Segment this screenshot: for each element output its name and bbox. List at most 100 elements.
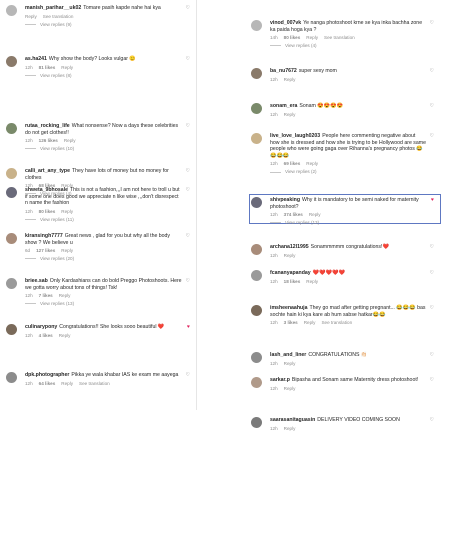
comment-username[interactable]: dpk.photographer xyxy=(25,372,69,378)
comment-likes[interactable]: 18 likes xyxy=(284,279,301,284)
comment-username[interactable]: as.ha241 xyxy=(25,56,47,62)
comment-reply-link[interactable]: Reply xyxy=(61,248,73,253)
avatar[interactable] xyxy=(251,244,262,255)
avatar[interactable] xyxy=(6,168,17,179)
comment-reply-link[interactable]: Reply xyxy=(284,386,296,391)
heart-icon[interactable]: ♡ xyxy=(430,21,434,26)
comment-reply-link[interactable]: Reply xyxy=(284,112,296,117)
view-replies-link[interactable]: View replies (13) xyxy=(25,301,182,306)
comment-reply-link[interactable]: Reply xyxy=(64,138,76,143)
heart-icon[interactable]: ♡ xyxy=(186,57,190,62)
comment-username[interactable]: sarkar.p xyxy=(270,377,290,383)
heart-icon[interactable]: ♡ xyxy=(186,6,190,11)
comment-reply-link[interactable]: Reply xyxy=(306,35,318,40)
comment-username[interactable]: culinarypony xyxy=(25,324,57,330)
heart-icon[interactable]: ♡ xyxy=(430,378,434,383)
comment-likes[interactable]: 64 likes xyxy=(39,381,56,386)
heart-icon[interactable]: ♡ xyxy=(186,234,190,239)
comment-username[interactable]: rutaa_rocking_life xyxy=(25,123,70,129)
heart-icon[interactable]: ♡ xyxy=(186,373,190,378)
comment-likes[interactable]: 7 likes xyxy=(39,293,53,298)
comment-username[interactable]: vinod_007vk xyxy=(270,20,301,26)
comment-username[interactable]: ba_nu7672 xyxy=(270,68,297,74)
avatar[interactable] xyxy=(6,233,17,244)
comment-likes[interactable]: 126 likes xyxy=(39,138,58,143)
comment-likes[interactable]: 69 likes xyxy=(284,161,301,166)
view-replies-link[interactable]: View replies (11) xyxy=(25,217,182,222)
comment-reply-link[interactable]: Reply xyxy=(59,293,71,298)
comment-reply-link[interactable]: Reply xyxy=(61,209,73,214)
heart-icon[interactable]: ♡ xyxy=(186,124,190,129)
avatar[interactable] xyxy=(251,103,262,114)
comment-username[interactable]: imsheenaahuja xyxy=(270,305,307,311)
comment-likes[interactable]: 127 likes xyxy=(36,248,55,253)
heart-icon[interactable]: ♡ xyxy=(430,306,434,311)
comment-username[interactable]: briee.sab xyxy=(25,278,48,284)
heart-icon[interactable]: ♥ xyxy=(187,325,190,330)
comment-reply-link[interactable]: Reply xyxy=(25,14,37,19)
avatar[interactable] xyxy=(6,187,17,198)
comment-reply-link[interactable]: Reply xyxy=(59,333,71,338)
comment-username[interactable]: saarasanitaguasin xyxy=(270,417,315,423)
avatar[interactable] xyxy=(251,417,262,428)
view-replies-link[interactable]: View replies (9) xyxy=(25,22,182,27)
avatar[interactable] xyxy=(251,352,262,363)
view-replies-link[interactable]: View replies (20) xyxy=(25,256,182,261)
avatar[interactable] xyxy=(6,278,17,289)
comment-username[interactable]: calli_art_any_type xyxy=(25,168,70,174)
comment-reply-link[interactable]: Reply xyxy=(61,65,73,70)
avatar[interactable] xyxy=(251,20,262,31)
avatar[interactable] xyxy=(6,5,17,16)
see-translation-link[interactable]: See translation xyxy=(324,35,355,40)
heart-icon[interactable]: ♡ xyxy=(430,353,434,358)
comment-username[interactable]: shweta_9bhosale xyxy=(25,187,68,193)
comment-reply-link[interactable]: Reply xyxy=(284,361,296,366)
see-translation-link[interactable]: See translation xyxy=(79,381,110,386)
heart-icon[interactable]: ♡ xyxy=(186,279,190,284)
comment-reply-link[interactable]: Reply xyxy=(306,161,318,166)
heart-icon[interactable]: ♥ xyxy=(431,198,434,203)
comment-reply-link[interactable]: Reply xyxy=(284,253,296,258)
avatar[interactable] xyxy=(6,123,17,134)
avatar[interactable] xyxy=(6,372,17,383)
heart-icon[interactable]: ♡ xyxy=(430,104,434,109)
comment-username[interactable]: kiransingh7777 xyxy=(25,233,63,239)
comment-likes[interactable]: 80 likes xyxy=(39,209,56,214)
view-replies-link[interactable]: View replies (2) xyxy=(270,169,426,174)
comment-likes[interactable]: 3 likes xyxy=(284,320,298,325)
comment-likes[interactable]: 4 likes xyxy=(39,333,53,338)
comment-username[interactable]: shivpeaking xyxy=(270,197,300,203)
heart-icon[interactable]: ♡ xyxy=(186,169,190,174)
see-translation-link[interactable]: See translation xyxy=(321,320,352,325)
avatar[interactable] xyxy=(251,270,262,281)
comment-likes[interactable]: 81 likes xyxy=(39,65,56,70)
heart-icon[interactable]: ♡ xyxy=(430,245,434,250)
see-translation-link[interactable]: See translation xyxy=(43,14,74,19)
comment-likes[interactable]: 80 likes xyxy=(284,35,301,40)
heart-icon[interactable]: ♡ xyxy=(186,188,190,193)
heart-icon[interactable]: ♡ xyxy=(430,271,434,276)
view-replies-link[interactable]: View replies (10) xyxy=(25,146,182,151)
avatar[interactable] xyxy=(6,56,17,67)
heart-icon[interactable]: ♡ xyxy=(430,69,434,74)
comment-username[interactable]: archana12l1995 xyxy=(270,244,309,250)
avatar[interactable] xyxy=(251,377,262,388)
avatar[interactable] xyxy=(6,324,17,335)
comment-reply-link[interactable]: Reply xyxy=(309,212,321,217)
avatar[interactable] xyxy=(251,305,262,316)
heart-icon[interactable]: ♡ xyxy=(430,418,434,423)
view-replies-link[interactable]: View replies (8) xyxy=(25,73,182,78)
comment-reply-link[interactable]: Reply xyxy=(304,320,316,325)
comment-reply-link[interactable]: Reply xyxy=(61,381,73,386)
comment-likes[interactable]: 374 likes xyxy=(284,212,303,217)
avatar[interactable] xyxy=(251,133,262,144)
avatar[interactable] xyxy=(251,197,262,208)
comment-username[interactable]: live_love_laugh0203 xyxy=(270,133,320,139)
comment-username[interactable]: sonam_era xyxy=(270,103,297,109)
comment-reply-link[interactable]: Reply xyxy=(306,279,318,284)
view-replies-link[interactable]: View replies (13) xyxy=(270,220,426,225)
comment-reply-link[interactable]: Reply xyxy=(284,77,296,82)
avatar[interactable] xyxy=(251,68,262,79)
comment-username[interactable]: lash_and_liner xyxy=(270,352,306,358)
heart-icon[interactable]: ♡ xyxy=(430,134,434,139)
